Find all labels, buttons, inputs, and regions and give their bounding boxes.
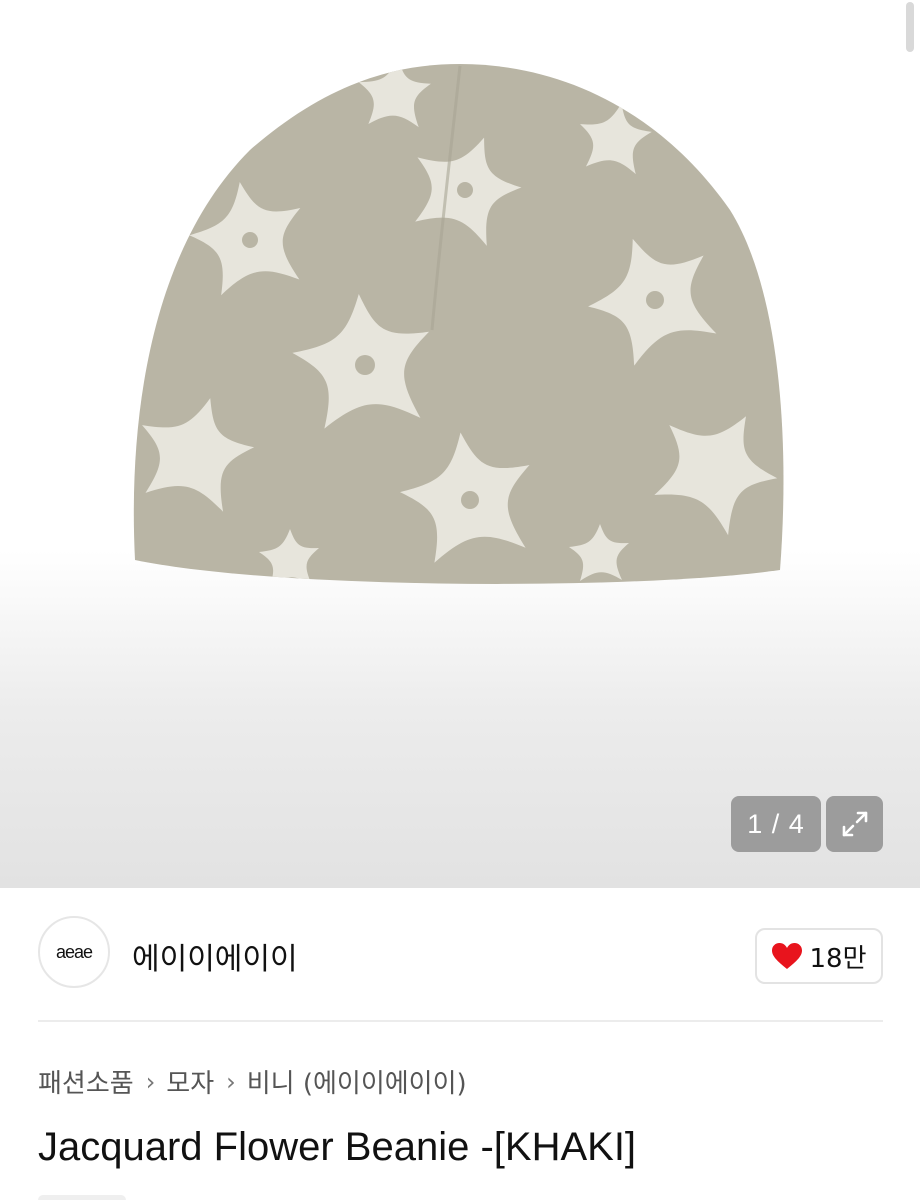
seller-avatar[interactable]: aeae [38,916,110,988]
scrollbar[interactable] [906,2,914,52]
divider [38,1020,883,1022]
breadcrumb-item-subcategory[interactable]: 모자 [166,1063,214,1100]
chevron-right-icon: › [145,1067,156,1096]
breadcrumb-item-current[interactable]: 비니 (에이이에이이) [247,1063,467,1100]
product-title: Jacquard Flower Beanie -[KHAKI] [38,1125,637,1169]
seller-name[interactable]: 에이이에이이 [132,934,298,978]
breadcrumb: 패션소품 › 모자 › 비니 (에이이에이이) [38,1063,467,1100]
heart-icon [772,943,803,969]
seller-row[interactable]: aeae 에이이에이이 18만 [38,916,883,992]
badge-partial [38,1195,126,1200]
like-button[interactable]: 18만 [755,928,883,984]
seller-logo-text: aeae [55,941,93,962]
like-count: 18만 [809,943,867,974]
product-image[interactable] [0,0,920,700]
expand-icon [842,811,867,837]
expand-button[interactable] [826,796,883,852]
image-counter-badge: 1 / 4 [731,796,821,852]
product-gallery[interactable]: 1 / 4 [0,0,920,888]
breadcrumb-item-category[interactable]: 패션소품 [38,1063,134,1100]
chevron-right-icon: › [226,1067,236,1096]
